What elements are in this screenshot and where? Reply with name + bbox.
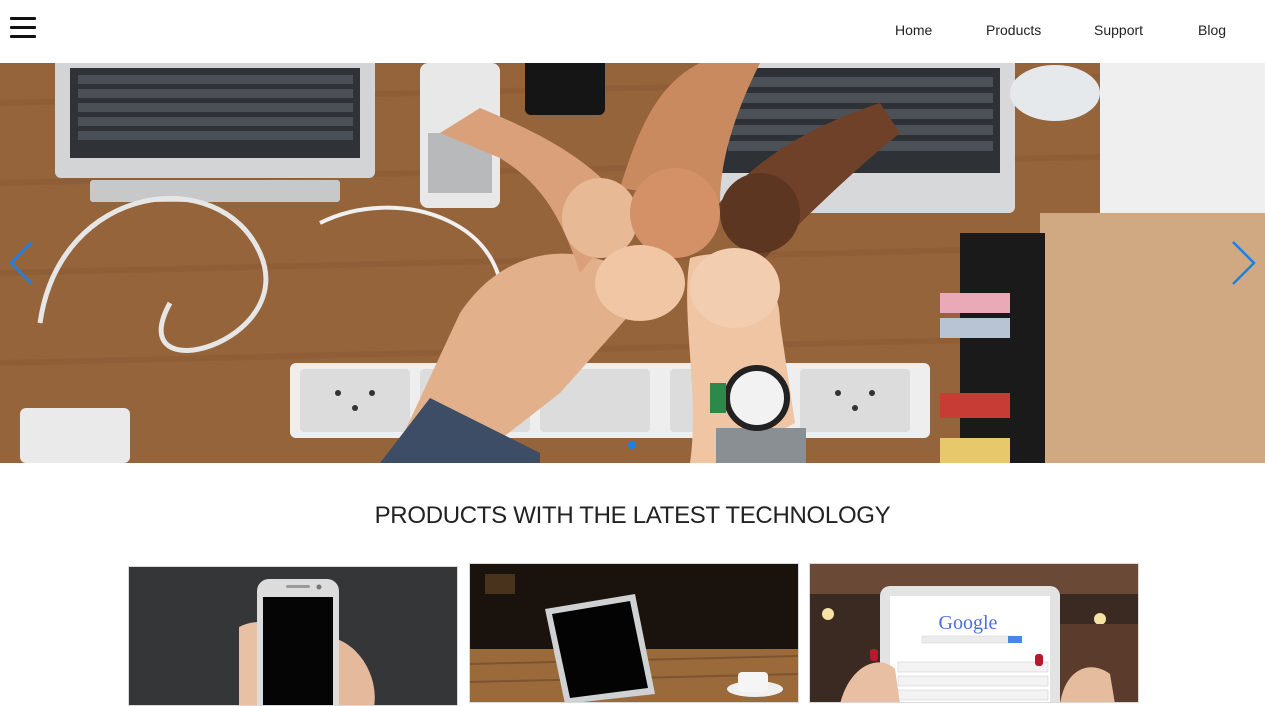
product-card-smartphone[interactable]: [128, 566, 458, 706]
hero-carousel: [0, 63, 1265, 463]
carousel-indicators: [628, 441, 638, 451]
product-card-tablet[interactable]: Google: [809, 563, 1139, 703]
hamburger-line: [10, 26, 36, 29]
section-title: PRODUCTS WITH THE LATEST TECHNOLOGY: [374, 502, 891, 529]
chevron-right-icon[interactable]: [1229, 239, 1259, 287]
product-card-laptop[interactable]: [469, 563, 799, 703]
hero-image: [0, 63, 1265, 463]
nav-link-home[interactable]: Home: [895, 22, 932, 38]
hamburger-menu-icon[interactable]: [10, 16, 36, 42]
nav-link-products[interactable]: Products: [986, 22, 1041, 38]
carousel-dot-active[interactable]: [628, 441, 636, 449]
hamburger-line: [10, 17, 36, 20]
main-nav: Home Products Support Blog: [895, 22, 1255, 42]
nav-link-blog[interactable]: Blog: [1198, 22, 1226, 38]
hamburger-line: [10, 35, 36, 38]
smartphone-in-hand-photo: [129, 567, 457, 705]
tablet-with-search-page-photo: Google: [810, 564, 1138, 702]
nav-link-support[interactable]: Support: [1094, 22, 1143, 38]
chevron-left-icon[interactable]: [6, 239, 36, 287]
laptop-on-table-photo: [470, 564, 798, 702]
tablet-screen-logo: Google: [939, 612, 998, 634]
top-navigation-bar: Home Products Support Blog: [0, 0, 1265, 63]
